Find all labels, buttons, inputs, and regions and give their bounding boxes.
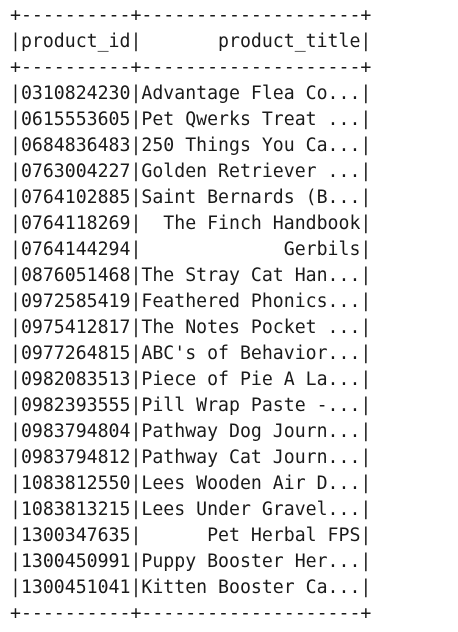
table-border-header: +----------+--------------------+	[10, 57, 372, 78]
table-row: |0763004227|Golden Retriever ...|	[10, 161, 372, 182]
table-row: |0615553605|Pet Qwerks Treat ...|	[10, 109, 372, 130]
table-row: |1300347635| Pet Herbal FPS|	[10, 525, 372, 546]
table-row: |0982083513|Piece of Pie A La...|	[10, 369, 372, 390]
table-row: |0764102885|Saint Bernards (B...|	[10, 187, 372, 208]
table-row: |1083812550|Lees Wooden Air D...|	[10, 473, 372, 494]
table-row: |0972585419|Feathered Phonics...|	[10, 291, 372, 312]
table-row: |0983794812|Pathway Cat Journ...|	[10, 447, 372, 468]
table-row: |1300450991|Puppy Booster Her...|	[10, 551, 372, 572]
table-row: |0684836483|250 Things You Ca...|	[10, 135, 372, 156]
table-border-bottom: +----------+--------------------+	[10, 603, 372, 624]
table-header-row: |product_id| product_title|	[10, 31, 372, 52]
table-row: |0876051468|The Stray Cat Han...|	[10, 265, 372, 286]
console-output: +----------+--------------------+ |produc…	[10, 3, 371, 627]
table-row: |0764118269| The Finch Handbook|	[10, 213, 372, 234]
table-row: |0977264815|ABC's of Behavior...|	[10, 343, 372, 364]
table-row: |1300451041|Kitten Booster Ca...|	[10, 577, 372, 598]
table-row: |0310824230|Advantage Flea Co...|	[10, 83, 372, 104]
table-row: |0982393555|Pill Wrap Paste -...|	[10, 395, 372, 416]
table-row: |0764144294| Gerbils|	[10, 239, 372, 260]
table-border-top: +----------+--------------------+	[10, 5, 372, 26]
table-row: |0975412817|The Notes Pocket ...|	[10, 317, 372, 338]
table-row: |0983794804|Pathway Dog Journ...|	[10, 421, 372, 442]
table-row: |1083813215|Lees Under Gravel...|	[10, 499, 372, 520]
